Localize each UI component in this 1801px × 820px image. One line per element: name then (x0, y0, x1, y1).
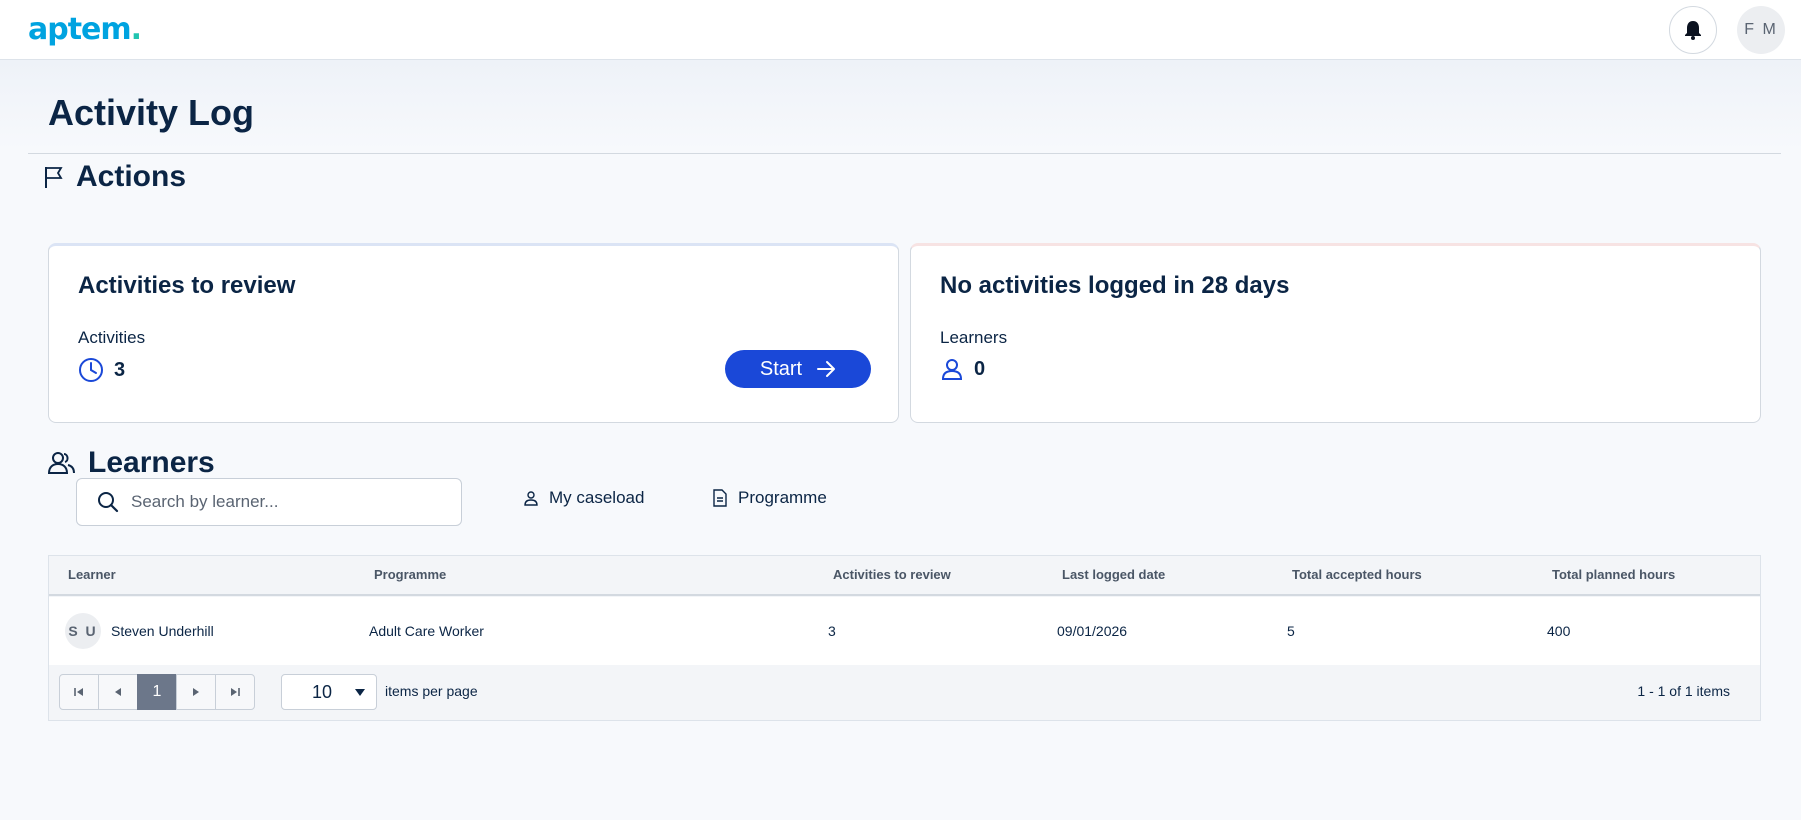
column-header[interactable]: Programme (374, 567, 446, 582)
notifications-button[interactable] (1669, 5, 1717, 54)
programme-filter[interactable]: Programme (712, 488, 827, 508)
arrow-right-icon (817, 361, 836, 377)
actions-section-header: Actions (44, 160, 186, 194)
column-header[interactable]: Total planned hours (1552, 567, 1675, 582)
last-logged-cell: 09/01/2026 (1057, 623, 1128, 639)
activities-cell: 3 (828, 623, 836, 639)
table-header: Learner Programme Activities to review L… (49, 556, 1760, 596)
my-caseload-label: My caseload (549, 488, 645, 507)
column-header[interactable]: Activities to review (833, 567, 951, 582)
document-icon (713, 489, 727, 507)
first-page-icon (74, 688, 83, 696)
title-divider (28, 153, 1781, 154)
clock-icon (79, 358, 103, 382)
top-right-controls: F M (1669, 5, 1785, 54)
column-header[interactable]: Last logged date (1062, 567, 1165, 582)
planned-hours-cell: 400 (1547, 623, 1571, 639)
flag-icon (45, 167, 63, 188)
last-page-button[interactable] (215, 674, 255, 710)
activities-count-value: 3 (114, 358, 126, 381)
last-page-icon (231, 688, 240, 696)
search-icon (98, 492, 119, 513)
programme-filter-label: Programme (738, 488, 827, 507)
accepted-hours-cell: 5 (1287, 623, 1295, 639)
column-header[interactable]: Total accepted hours (1292, 567, 1422, 582)
learners-count-value: 0 (974, 357, 986, 380)
learners-heading: Learners (88, 446, 215, 479)
start-button-label: Start (759, 357, 803, 380)
table-row[interactable]: S U Steven Underhill Adult Care Worker 3… (49, 597, 1760, 665)
learner-search-box[interactable] (76, 478, 462, 526)
items-count-info: 1 - 1 of 1 items (1637, 683, 1730, 699)
page-size-select[interactable]: 10 (281, 674, 377, 710)
my-caseload-filter[interactable]: My caseload (523, 488, 644, 508)
top-bar: aptem. F M (0, 0, 1801, 60)
logo-dot: . (130, 12, 142, 47)
page-title: Activity Log (48, 92, 255, 133)
no-activities-card: No activities logged in 28 days Learners… (910, 243, 1761, 423)
person-icon (524, 491, 538, 506)
learner-avatar: S U (65, 613, 101, 649)
card-title: Activities to review (78, 272, 296, 299)
person-icon (941, 359, 963, 380)
bell-icon (1685, 20, 1701, 40)
logo-text: aptem (28, 12, 132, 47)
actions-heading: Actions (76, 160, 187, 193)
next-page-icon (193, 688, 199, 696)
first-page-button[interactable] (59, 674, 99, 710)
next-page-button[interactable] (176, 674, 216, 710)
caret-down-icon (355, 689, 365, 696)
previous-page-button[interactable] (98, 674, 138, 710)
activities-to-review-card: Activities to review Activities 3 Start (48, 243, 899, 423)
learners-table: Learner Programme Activities to review L… (48, 555, 1761, 721)
page-size-label: items per page (385, 683, 478, 699)
learners-count: 0 (940, 357, 985, 381)
start-button[interactable]: Start (725, 350, 871, 388)
learner-search-input[interactable] (131, 492, 431, 512)
page-number-button[interactable]: 1 (137, 674, 177, 710)
column-header[interactable]: Learner (68, 567, 116, 582)
activities-count: 3 (78, 357, 125, 383)
card-title: No activities logged in 28 days (940, 272, 1290, 299)
programme-cell: Adult Care Worker (369, 623, 484, 639)
previous-page-icon (115, 688, 121, 696)
people-icon (48, 452, 75, 474)
learners-section-header: Learners (48, 446, 215, 480)
pagination-controls: 1 (59, 674, 255, 710)
card-label: Learners (940, 328, 1008, 347)
page-size-value: 10 (312, 681, 333, 702)
card-label: Activities (78, 328, 146, 347)
learner-name[interactable]: Steven Underhill (111, 623, 214, 639)
user-avatar[interactable]: F M (1737, 5, 1785, 54)
aptem-logo[interactable]: aptem. (28, 12, 142, 47)
